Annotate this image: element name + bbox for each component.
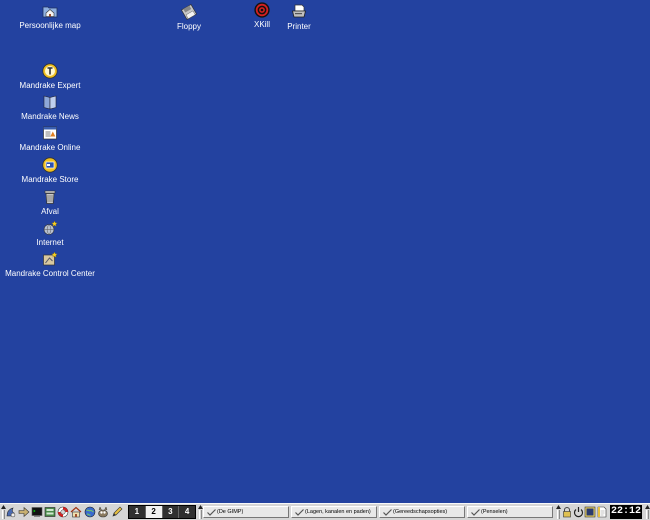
desktop-icon-persoonlijke-map[interactable]: Persoonlijke map	[10, 3, 90, 31]
editor-icon[interactable]	[111, 506, 123, 518]
logout-icon[interactable]	[572, 506, 584, 518]
gimp-window-icon	[207, 508, 216, 516]
taskbar-button-de-gimp[interactable]: (De GIMP)	[203, 506, 289, 518]
taskbar-button-label: (Lagen, kanalen en paden)	[305, 509, 371, 515]
printer-icon	[277, 4, 321, 20]
home-icon[interactable]	[70, 506, 82, 518]
desktop-icon-label: Mandrake News	[21, 112, 79, 121]
desktop-icon-afval[interactable]: Afval	[0, 189, 100, 217]
desktop-icon-label: Mandrake Expert	[19, 81, 81, 90]
web-browser-icon[interactable]	[84, 506, 96, 518]
trash-icon	[0, 189, 100, 205]
workspace-1[interactable]: 1	[129, 506, 146, 518]
workspace-pager: 1 2 3 4	[128, 505, 196, 519]
panel: 1 2 3 4 (De GIMP) (Lagen, kanalen en pad…	[0, 503, 650, 520]
up-arrow-icon	[555, 505, 561, 509]
panel-hide-button-right[interactable]	[644, 504, 650, 520]
terminal-icon[interactable]	[31, 506, 43, 518]
workspace-2[interactable]: 2	[145, 506, 163, 518]
workspace-4[interactable]: 4	[179, 506, 195, 518]
taskbar-button-penselen[interactable]: (Penselen)	[467, 506, 553, 518]
mandrake-store-icon	[0, 157, 100, 173]
monitor-icon[interactable]	[584, 506, 596, 518]
clock[interactable]: 22:12	[610, 505, 642, 519]
desktop-icon-label: Mandrake Online	[19, 143, 81, 152]
desktop-icon-label: Mandrake Store	[21, 175, 79, 184]
desktop-icon-printer[interactable]: Printer	[277, 4, 321, 32]
taskbar-button-lagen-kanalen-paden[interactable]: (Lagen, kanalen en paden)	[291, 506, 377, 518]
desktop-icon-label: Floppy	[176, 22, 201, 31]
file-manager-icon[interactable]	[44, 506, 56, 518]
desktop-icon-mandrake-news[interactable]: Mandrake News	[0, 94, 100, 122]
desktop-icon-mandrake-control-center[interactable]: Mandrake Control Center	[0, 251, 100, 279]
taskbar-button-label: (De GIMP)	[217, 509, 244, 515]
desktop-icon-mandrake-expert[interactable]: Mandrake Expert	[0, 63, 100, 91]
desktop-icon-mandrake-online[interactable]: Mandrake Online	[0, 125, 100, 153]
mandrake-news-icon	[0, 94, 100, 110]
gimp-icon[interactable]	[97, 506, 109, 518]
desktop-icon-label: Afval	[41, 207, 59, 216]
mandrake-expert-icon	[0, 63, 100, 79]
desktop[interactable]: Persoonlijke map Floppy XKill Printer Ma…	[0, 0, 650, 503]
notepad-icon[interactable]	[596, 506, 608, 518]
taskbar-button-gereedschapsopties[interactable]: (Gereedschapsopties)	[379, 506, 465, 518]
desktop-icon-internet[interactable]: Internet	[0, 220, 100, 248]
gimp-window-icon	[295, 508, 304, 516]
desktop-icon-label: Persoonlijke map	[19, 21, 81, 30]
taskbar-button-label: (Gereedschapsopties)	[393, 509, 448, 515]
gimp-window-icon	[471, 508, 480, 516]
desktop-icon-label: Mandrake Control Center	[5, 269, 95, 278]
arrow-icon[interactable]	[18, 506, 30, 518]
internet-icon	[0, 220, 100, 236]
desktop-icon-label: Printer	[287, 22, 311, 31]
desktop-icon-label: Internet	[36, 238, 64, 247]
main-menu-icon[interactable]	[5, 506, 17, 518]
control-center-icon	[0, 251, 100, 267]
gimp-window-icon	[383, 508, 392, 516]
up-arrow-icon	[644, 505, 650, 509]
home-folder-icon	[10, 3, 90, 19]
workspace-3[interactable]: 3	[163, 506, 180, 518]
up-arrow-icon	[197, 505, 203, 509]
desktop-icon-floppy[interactable]: Floppy	[149, 4, 229, 32]
help-icon[interactable]	[57, 506, 69, 518]
mandrake-online-icon	[0, 125, 100, 141]
taskbar-button-label: (Penselen)	[481, 509, 508, 515]
floppy-icon	[149, 4, 229, 20]
desktop-icon-mandrake-store[interactable]: Mandrake Store	[0, 157, 100, 185]
